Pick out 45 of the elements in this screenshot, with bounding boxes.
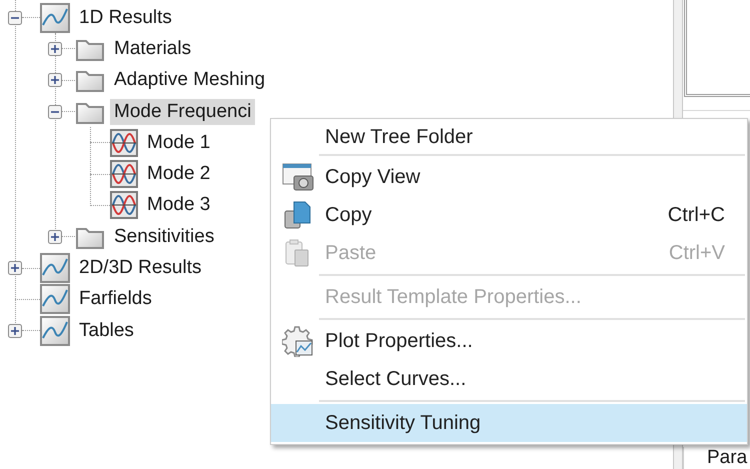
expand-icon[interactable] <box>48 42 62 56</box>
menu-item-label: Copy View <box>325 165 422 190</box>
camera-window-icon <box>282 162 314 192</box>
expand-icon[interactable] <box>8 261 22 276</box>
menu-item[interactable]: Select Curves... <box>271 360 747 398</box>
menu-item[interactable]: New Tree Folder <box>271 121 747 152</box>
tree-item[interactable]: Sensitivities <box>110 224 218 250</box>
menu-item[interactable]: Copy View <box>271 158 747 196</box>
tree-item[interactable]: Mode Frequenci <box>110 98 256 125</box>
menu-item-label: Sensitivity Tuning <box>325 411 482 436</box>
collapse-icon[interactable] <box>48 104 62 119</box>
chart-icon <box>40 316 70 346</box>
collapse-icon[interactable] <box>8 10 22 25</box>
menu-item-label: Copy <box>325 203 373 228</box>
menu-item[interactable]: Copy Ctrl+C <box>271 196 747 234</box>
tree-item[interactable]: Mode 2 <box>143 161 214 188</box>
tree-item[interactable]: Mode 3 <box>143 192 214 218</box>
tree-item[interactable]: Adaptive Meshing <box>110 67 270 94</box>
menu-item-label: Select Curves... <box>325 367 468 392</box>
wave-icon <box>110 191 138 220</box>
tree-item[interactable]: 2D/3D Results <box>75 255 206 282</box>
menu-item-label: New Tree Folder <box>325 124 474 150</box>
chart-icon <box>40 2 70 33</box>
menu-item-label: Paste <box>325 241 378 266</box>
chart-icon <box>40 284 70 314</box>
menu-item-label: Result Template Properties... <box>325 285 582 310</box>
copy-icon <box>283 200 313 230</box>
wave-icon <box>110 160 138 188</box>
wave-icon <box>110 128 138 157</box>
shortcut-label: Ctrl+C <box>668 203 726 228</box>
shortcut-label: Ctrl+V <box>668 241 726 266</box>
tree-item[interactable]: 1D Results <box>75 4 176 31</box>
menu-item-label: Plot Properties... <box>325 329 474 354</box>
menu-item[interactable]: Sensitivity Tuning <box>271 404 747 442</box>
tree-item[interactable]: Tables <box>75 318 138 344</box>
panel-label: Para <box>707 447 748 469</box>
gear-chart-icon <box>282 325 314 357</box>
tree-item[interactable]: Materials <box>110 36 196 62</box>
expand-icon[interactable] <box>48 230 62 244</box>
tree-item[interactable]: Farfields <box>75 286 156 312</box>
chart-icon <box>40 253 70 284</box>
expand-icon[interactable] <box>48 73 62 88</box>
tree-item[interactable]: Mode 1 <box>143 130 214 156</box>
menu-item[interactable]: Plot Properties... <box>271 322 747 360</box>
expand-icon[interactable] <box>8 324 22 338</box>
